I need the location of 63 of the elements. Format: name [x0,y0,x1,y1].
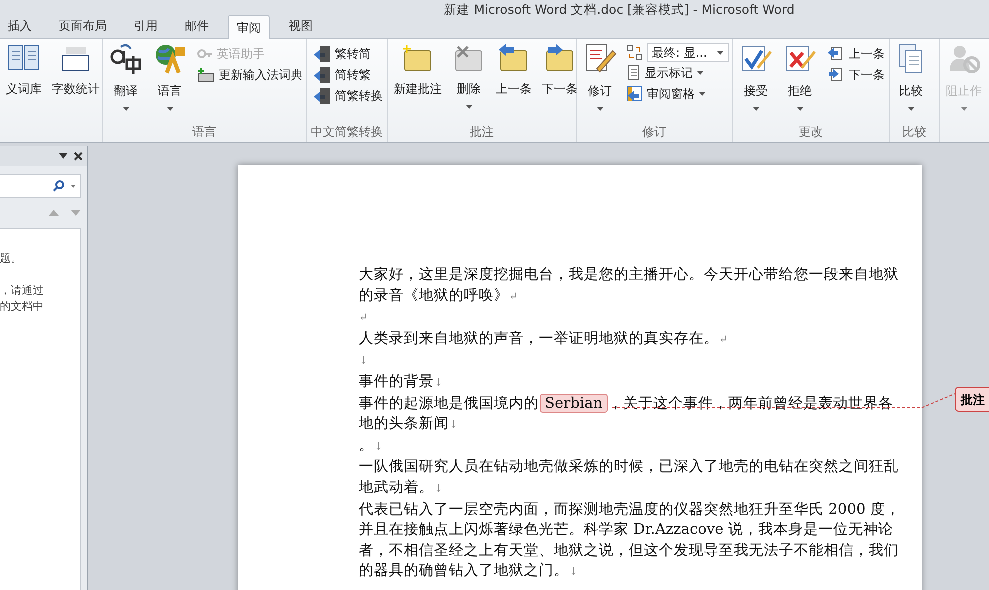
window-title: 新建 Microsoft Word 文档.doc [兼容模式] - Microsoft Word [444,2,795,17]
ribbon-tab[interactable]: 引用 [126,14,166,38]
ribbon-tab[interactable]: 视图 [281,14,321,38]
grid-arrows-icon [627,44,643,60]
ribbon-small-button[interactable]: 繁转简 [313,43,383,64]
keyboard-plus-icon [197,66,215,82]
ribbon-button[interactable]: 删除 [448,39,490,125]
document-paragraph: 代表已钻入了一层空壳内面，而探测地壳温度的仪器突然地狂升至华氏 2000 度，并且在接触点上闪烁著绿色光芒。科学家 Dr.Azzacove 说，我本身是一位无神论者，不相信圣经之上有天堂、地狱之说，但这个发现导至我无法子不能相信，我们的器具的确曾钻入了地狱之门。↓ [359,500,902,582]
user-block-icon [947,43,981,75]
ribbon-small-button[interactable]: 简转繁 [313,64,383,85]
document-paragraph: 一队俄国研究人员在钻动地壳做采炼的时候，已深入了地壳的电钻在突然之间狂乱地武动着。↓ [359,457,900,498]
ribbon-button[interactable]: 上一条 [492,39,536,125]
ribbon-button[interactable]: 新建批注 [390,39,446,125]
group-label: 比较 [902,125,926,141]
ribbon-button[interactable]: 修订 [579,39,621,125]
ribbon-button[interactable]: 比较 [892,39,930,125]
ribbon-button[interactable]: 下一条 [538,39,582,125]
document-icon [627,64,641,80]
ribbon-tab[interactable]: 审阅 [228,15,270,39]
ribbon-button[interactable]: 拒绝 [779,39,821,125]
ribbon-button[interactable]: 义词库 [2,39,46,125]
ribbon-tab[interactable]: 插入 [0,14,40,38]
document-paragraph: 事件的背景↓ [359,372,444,392]
previous-change-icon [827,46,845,62]
dropdown-caret-icon[interactable] [71,184,76,188]
ribbon-button[interactable]: 语言 [149,39,191,125]
group-label: 中文简繁转换 [311,125,383,141]
ribbon-tab[interactable]: 邮件 [177,14,217,38]
ribbon-small-button[interactable]: 下一条 [827,64,885,85]
ribbon-small-button[interactable]: 更新输入法词典 [197,64,303,85]
ribbon-button[interactable]: 翻译 [105,39,147,125]
next-change-icon [827,66,845,82]
search-icon [53,180,65,192]
ribbon-button[interactable]: 字数统计 [48,39,104,125]
search-field[interactable] [0,174,81,198]
document-paragraph: ↓ [359,353,370,370]
group-label: 语言 [192,125,216,141]
comment-label: 批注 [961,392,985,408]
document-paragraph: 大家好，这里是深度挖掘电台，我是您的主播开心。今天开心带给您一段来自地狱的录音《地狱的呼唤》↵ [359,265,900,306]
pane-text: 题。 [0,251,23,267]
pane-text: 的文档中 [0,299,45,315]
char-convert-icon [313,86,331,104]
markup-dropdown[interactable]: 最终: 显... [647,43,729,62]
book-icon [7,43,41,73]
ribbon-small-button[interactable]: 上一条 [827,43,885,64]
pane-menu-caret-icon[interactable] [59,153,68,159]
translate-icon [109,43,143,75]
ribbon-tab[interactable]: 页面布局 [51,14,115,38]
document-paragraph: 人类录到来自地狱的声音，一举证明地狱的真实存在。↵ [359,328,730,349]
pane-text: ，请通过 [0,283,45,299]
char-convert-icon [313,66,331,84]
ribbon-small-button[interactable]: 显示标记 [627,62,729,83]
ribbon-button[interactable]: 接受 [735,39,777,125]
group-label: 修订 [642,125,666,141]
group-label: 更改 [799,125,823,141]
group-label: 批注 [470,125,494,141]
char-convert-icon [313,44,331,62]
close-icon[interactable] [74,152,83,160]
document-paragraph: ↵ [359,310,370,326]
globe-icon [153,43,187,75]
document-paragraph: 。↓ [359,436,384,456]
ribbon-small-button[interactable]: 简繁转换 [313,85,383,106]
ribbon-small-button[interactable]: 审阅窗格 [627,83,729,104]
